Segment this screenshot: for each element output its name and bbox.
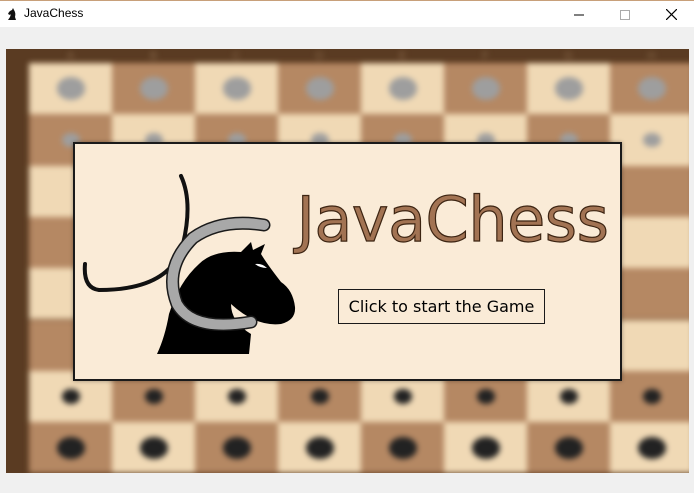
close-button[interactable] bbox=[648, 1, 694, 28]
white-piece bbox=[554, 77, 583, 100]
file-label-g: G bbox=[564, 50, 573, 62]
minimize-button[interactable] bbox=[556, 1, 602, 28]
black-piece bbox=[642, 389, 661, 404]
maximize-icon bbox=[620, 9, 630, 20]
black-piece bbox=[637, 436, 666, 459]
window-title: JavaChess bbox=[24, 6, 84, 20]
file-label-c: C bbox=[232, 50, 241, 62]
white-piece bbox=[388, 77, 417, 100]
file-label-e: E bbox=[398, 50, 407, 62]
file-label-f: F bbox=[482, 50, 489, 62]
white-piece bbox=[222, 77, 251, 100]
black-piece bbox=[61, 389, 80, 404]
title-bar: JavaChess bbox=[0, 0, 694, 27]
black-piece bbox=[227, 389, 246, 404]
file-label-h: H bbox=[647, 50, 656, 62]
black-piece bbox=[222, 436, 251, 459]
maximize-button[interactable] bbox=[602, 1, 648, 28]
black-piece bbox=[554, 436, 583, 459]
app-name-title: JavaChess bbox=[296, 183, 609, 256]
file-label-b: B bbox=[149, 50, 158, 62]
file-label-d: D bbox=[315, 50, 324, 62]
black-piece bbox=[310, 389, 329, 404]
black-piece bbox=[476, 389, 495, 404]
black-piece bbox=[559, 389, 578, 404]
white-piece bbox=[56, 77, 85, 100]
black-piece bbox=[393, 389, 412, 404]
white-piece bbox=[637, 77, 666, 100]
black-piece bbox=[471, 436, 500, 459]
white-piece bbox=[139, 77, 168, 100]
black-piece bbox=[388, 436, 417, 459]
minimize-icon bbox=[574, 14, 584, 15]
white-piece bbox=[305, 77, 334, 100]
white-piece bbox=[642, 132, 661, 148]
close-icon bbox=[665, 9, 677, 20]
black-piece bbox=[144, 389, 163, 404]
chess-knight-icon bbox=[8, 8, 16, 20]
chess-knight-logo bbox=[82, 174, 296, 354]
start-game-button[interactable]: Click to start the Game bbox=[338, 289, 545, 324]
black-piece bbox=[139, 436, 168, 459]
file-label-a: A bbox=[66, 50, 75, 62]
splash-panel: JavaChess Click to start the Game bbox=[73, 142, 622, 381]
white-piece bbox=[471, 77, 500, 100]
black-piece bbox=[305, 436, 334, 459]
black-piece bbox=[56, 436, 85, 459]
